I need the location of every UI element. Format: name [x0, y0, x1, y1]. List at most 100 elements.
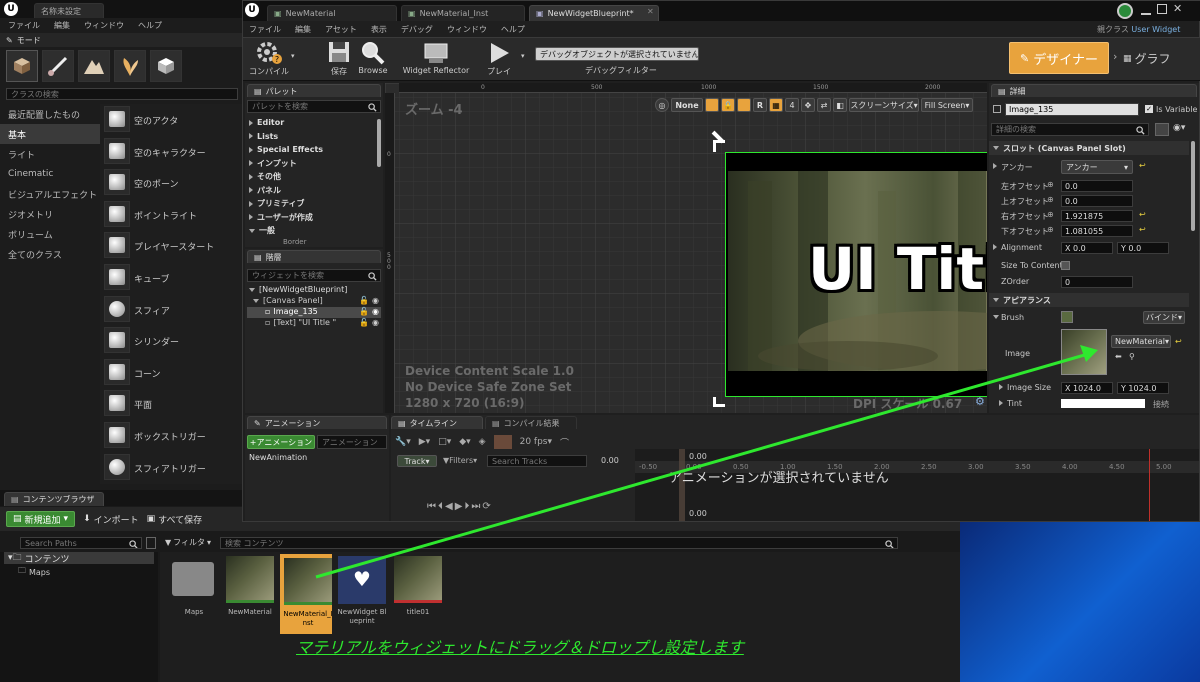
asset-tile[interactable]: Maps [168, 554, 220, 634]
actor-item[interactable]: 平面 [104, 390, 240, 418]
screen-size-dropdown[interactable]: スクリーンサイズ ▾ [849, 98, 919, 112]
animation-item[interactable]: NewAnimation [249, 453, 307, 462]
wrench-icon[interactable]: 🔧▾ [395, 437, 411, 447]
image-thumbnail[interactable] [1061, 329, 1107, 375]
play-dropdown-icon[interactable]: ▾ [521, 52, 525, 60]
geometry-mode-icon[interactable] [150, 50, 182, 82]
menu-window[interactable]: ウィンドウ [447, 24, 487, 36]
filters-button[interactable]: ▼Filters▾ [443, 456, 477, 465]
animation-tab[interactable]: ✎ アニメーション [247, 416, 387, 429]
hierarchy-item-root[interactable]: [NewWidgetBlueprint] [249, 285, 381, 296]
palette-category[interactable]: ユーザーが作成 [249, 211, 375, 224]
save-button[interactable]: 保存 [321, 40, 357, 80]
flip-icon[interactable]: ⇄ [817, 98, 831, 112]
animation-search-input[interactable]: アニメーション [317, 435, 387, 449]
mirror-icon[interactable]: ◧ [833, 98, 847, 112]
zorder-field[interactable]: 0 [1061, 276, 1133, 288]
offset-field[interactable]: 0.0 [1061, 195, 1133, 207]
actor-item[interactable]: スフィアトリガー [104, 453, 240, 482]
tab-new-material-inst[interactable]: ▣ NewMaterial_Inst [401, 5, 525, 21]
jump-end-icon[interactable]: ⏭ [471, 501, 482, 512]
actor-item[interactable]: 空のポーン [104, 169, 240, 197]
jump-start-icon[interactable]: ⏮ [427, 501, 438, 512]
track-search-input[interactable]: Search Tracks [487, 455, 587, 467]
tab-close-icon[interactable]: ✕ [647, 7, 654, 16]
hierarchy-item-canvas[interactable]: [Canvas Panel] 🔓 ◉ [253, 296, 381, 307]
filter-button[interactable]: ▼ フィルタ ▾ [165, 537, 211, 548]
slot-section-header[interactable]: スロット (Canvas Panel Slot) [989, 141, 1189, 155]
hierarchy-item-text[interactable]: ▫ [Text] "UI Title " 🔓 ◉ [265, 318, 381, 329]
reverse-icon[interactable]: ◀ [445, 501, 455, 512]
menu-window[interactable]: ウィンドウ [84, 20, 124, 32]
category-item[interactable]: Cinematic [0, 164, 100, 184]
offset-lock-icon[interactable]: ⊕ [1047, 225, 1054, 234]
menu-file[interactable]: ファイル [8, 20, 40, 32]
transform-icon[interactable]: ✥ [801, 98, 815, 112]
category-item[interactable]: ボリューム [0, 224, 100, 244]
tab-new-material[interactable]: ▣ NewMaterial [267, 5, 397, 21]
offset-lock-icon[interactable]: ⊕ [1047, 210, 1054, 219]
lock-icon[interactable]: 🔓 [359, 307, 369, 316]
debug-object-dropdown[interactable]: デバッグオブジェクトが選択されていません▾ [535, 47, 699, 61]
play-mode-icon[interactable]: ▶▾ [419, 437, 430, 447]
tint-color-swatch[interactable] [1061, 399, 1145, 408]
offset-field[interactable]: 1.081055 [1061, 225, 1133, 237]
asset-tile[interactable]: ♥ NewWidget Blueprint [336, 554, 388, 634]
paint-mode-icon[interactable] [42, 50, 74, 82]
palette-category[interactable]: 一般 [249, 224, 375, 237]
reset-arrow-icon[interactable]: ↩ [1139, 225, 1146, 234]
add-animation-button[interactable]: +アニメーション [247, 435, 315, 449]
loop-icon[interactable]: ⟳ [482, 501, 492, 512]
menu-view[interactable]: 表示 [371, 24, 387, 36]
alignment-y-field[interactable]: Y 0.0 [1117, 242, 1169, 254]
widget-reflector-button[interactable]: Widget Reflector [401, 40, 471, 80]
bind-dropdown[interactable]: バインド ▾ [1143, 311, 1185, 324]
actor-item[interactable]: コーン [104, 358, 240, 387]
fill-screen-dropdown[interactable]: Fill Screen ▾ [921, 98, 973, 112]
lock-icon[interactable]: 🔓 [359, 296, 369, 305]
category-item[interactable]: 最近配置したもの [0, 104, 100, 124]
add-track-button[interactable]: Track ▾ [397, 455, 437, 467]
category-item[interactable]: 全てのクラス [0, 244, 100, 264]
asset-tile[interactable]: NewMaterial [224, 554, 276, 634]
dpi-settings-gear-icon[interactable]: ⚙ [975, 395, 985, 408]
appearance-section-header[interactable]: アピアランス [989, 293, 1189, 307]
category-item[interactable]: ビジュアルエフェクト [0, 184, 100, 204]
menu-debug[interactable]: デバッグ [401, 24, 433, 36]
lock-toggle-icon[interactable]: 🔒 [721, 98, 735, 112]
palette-scrollbar[interactable] [377, 119, 381, 167]
class-search-input[interactable]: クラスの検索 [6, 88, 238, 100]
menu-help[interactable]: ヘルプ [501, 24, 525, 36]
compile-button[interactable]: ? コンパイル [247, 40, 291, 80]
actor-item[interactable]: ボックストリガー [104, 422, 240, 450]
image-asset-dropdown[interactable]: NewMaterial ▾ [1111, 335, 1171, 348]
menu-edit[interactable]: 編集 [295, 24, 311, 36]
offset-field[interactable]: 0.0 [1061, 180, 1133, 192]
select-icon[interactable]: □▾ [438, 437, 451, 447]
category-item[interactable]: 基本 [0, 124, 100, 144]
menu-file[interactable]: ファイル [249, 24, 281, 36]
actor-item[interactable]: ポイントライト [104, 200, 240, 229]
eye-icon[interactable]: ◉ [372, 318, 379, 327]
import-button[interactable]: ⬇ インポート [83, 513, 139, 526]
actor-item[interactable]: スフィア [104, 295, 240, 324]
palette-sub-item[interactable]: Border [283, 238, 306, 246]
asset-tile[interactable]: title01 [392, 554, 444, 634]
step-back-icon[interactable]: ⏴ [438, 501, 445, 512]
designer-viewport[interactable]: 0 500 1000 1500 2000 0 5 0 0 ズーム -4 ◎ No… [385, 83, 987, 413]
palette-category[interactable]: インプット [249, 157, 375, 170]
content-search-input[interactable]: 検索 コンテンツ [220, 537, 898, 549]
reset-arrow-icon[interactable]: ↩ [1139, 161, 1146, 170]
category-item[interactable]: ジオメトリ [0, 204, 100, 224]
add-new-button[interactable]: ▤ 新規追加 ▾ [6, 511, 76, 527]
offset-field[interactable]: 1.921875 [1061, 210, 1133, 222]
ui-title-text[interactable]: UI Title [808, 235, 987, 303]
play-icon[interactable]: ▶ [455, 501, 465, 512]
widget-name-field[interactable]: Image_135 [1005, 103, 1139, 116]
anchor-dropdown[interactable]: アンカー ▾ [1061, 160, 1133, 174]
hierarchy-item-image[interactable]: ▫ Image_135 🔓 ◉ [247, 307, 381, 318]
eye-options-icon[interactable]: ◉▾ [1173, 123, 1185, 133]
actor-item[interactable]: シリンダー [104, 327, 240, 355]
search-paths-input[interactable]: Search Paths [20, 537, 142, 549]
parent-class-link[interactable]: User Widget [1131, 25, 1180, 34]
